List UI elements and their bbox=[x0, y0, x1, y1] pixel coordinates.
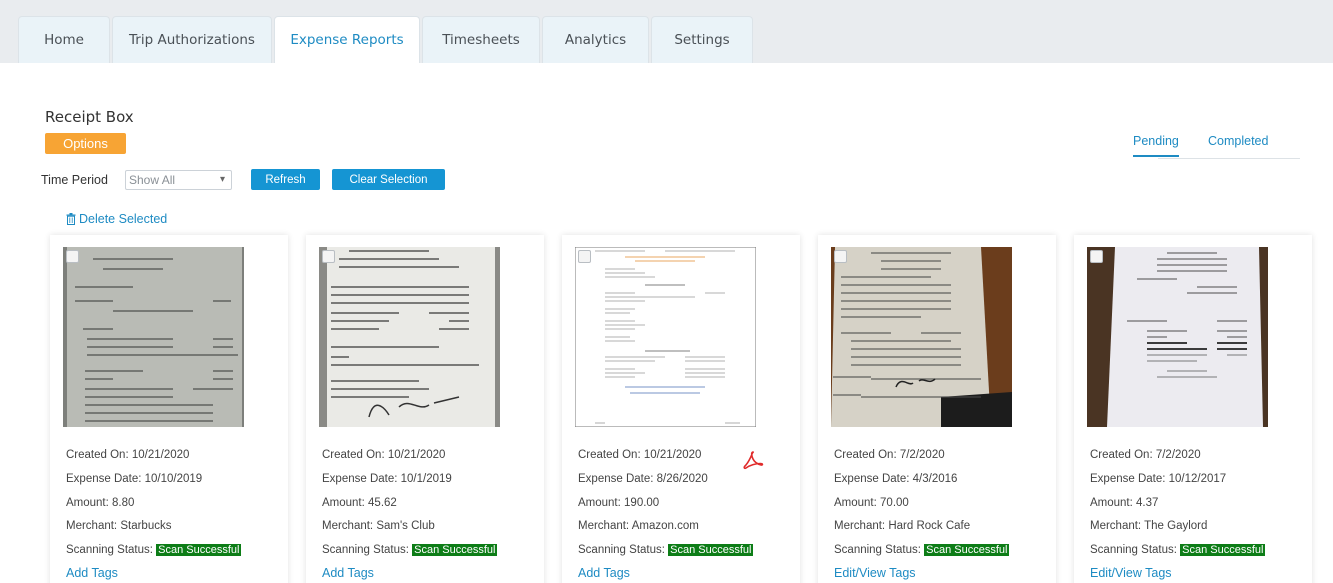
delete-selected-link[interactable]: Delete Selected bbox=[66, 212, 167, 226]
select-checkbox[interactable] bbox=[1090, 250, 1103, 263]
time-period-value: Show All bbox=[129, 173, 176, 187]
receipt-card: Created On: 10/21/2020 Expense Date: 10/… bbox=[50, 235, 288, 583]
amount: Amount: 45.62 bbox=[322, 497, 397, 509]
time-period-label: Time Period bbox=[41, 173, 108, 187]
page-title: Receipt Box bbox=[45, 108, 134, 126]
tab-timesheets[interactable]: Timesheets bbox=[422, 16, 540, 63]
select-checkbox[interactable] bbox=[322, 250, 335, 263]
receipt-thumbnail[interactable] bbox=[63, 247, 244, 427]
created-on: Created On: 10/21/2020 bbox=[322, 449, 446, 461]
select-checkbox[interactable] bbox=[66, 250, 79, 263]
merchant: Merchant: Starbucks bbox=[66, 520, 172, 532]
merchant: Merchant: Sam's Club bbox=[322, 520, 435, 532]
receipt-card: Created On: 10/21/2020 Expense Date: 10/… bbox=[306, 235, 544, 583]
merchant: Merchant: Hard Rock Cafe bbox=[834, 520, 971, 532]
merchant: Merchant: Amazon.com bbox=[578, 520, 699, 532]
top-nav: Home Trip Authorizations Expense Reports… bbox=[0, 0, 1333, 63]
receipt-image bbox=[575, 247, 756, 427]
expense-date: Expense Date: 10/12/2017 bbox=[1090, 473, 1227, 485]
scanning-status: Scanning Status: Scan Successful bbox=[834, 544, 1010, 556]
expense-date: Expense Date: 10/1/2019 bbox=[322, 473, 452, 485]
amount: Amount: 8.80 bbox=[66, 497, 135, 509]
add-tags-link[interactable]: Add Tags bbox=[578, 566, 630, 580]
amount: Amount: 70.00 bbox=[834, 497, 909, 509]
expense-date: Expense Date: 4/3/2016 bbox=[834, 473, 958, 485]
time-period-select[interactable]: Show All ▾ bbox=[125, 170, 232, 190]
options-button[interactable]: Options bbox=[45, 133, 126, 154]
receipt-card: Created On: 7/2/2020 Expense Date: 10/12… bbox=[1074, 235, 1312, 583]
edit-view-tags-link[interactable]: Edit/View Tags bbox=[1090, 566, 1172, 580]
created-on: Created On: 10/21/2020 bbox=[578, 449, 702, 461]
select-checkbox[interactable] bbox=[834, 250, 847, 263]
delete-selected-label: Delete Selected bbox=[79, 212, 168, 226]
scanning-status: Scanning Status: Scan Successful bbox=[322, 544, 498, 556]
receipt-thumbnail[interactable] bbox=[1087, 247, 1268, 427]
tab-completed[interactable]: Completed bbox=[1208, 134, 1268, 148]
refresh-button[interactable]: Refresh bbox=[251, 169, 320, 190]
clear-selection-button[interactable]: Clear Selection bbox=[332, 169, 445, 190]
edit-view-tags-link[interactable]: Edit/View Tags bbox=[834, 566, 916, 580]
expense-date: Expense Date: 8/26/2020 bbox=[578, 473, 708, 485]
tab-trip-authorizations[interactable]: Trip Authorizations bbox=[112, 16, 272, 63]
receipt-image bbox=[831, 247, 1012, 427]
receipt-thumbnail[interactable] bbox=[319, 247, 500, 427]
trash-icon bbox=[66, 213, 76, 225]
add-tags-link[interactable]: Add Tags bbox=[322, 566, 374, 580]
select-checkbox[interactable] bbox=[578, 250, 591, 263]
receipt-thumbnail[interactable] bbox=[831, 247, 1012, 427]
chevron-down-icon: ▾ bbox=[219, 174, 225, 185]
tab-expense-reports[interactable]: Expense Reports bbox=[274, 16, 420, 63]
status-badge: Scan Successful bbox=[412, 544, 498, 556]
status-badge: Scan Successful bbox=[668, 544, 754, 556]
receipt-card: Created On: 10/21/2020 Expense Date: 8/2… bbox=[562, 235, 800, 583]
created-on: Created On: 10/21/2020 bbox=[66, 449, 190, 461]
scanning-status: Scanning Status: Scan Successful bbox=[1090, 544, 1266, 556]
created-on: Created On: 7/2/2020 bbox=[834, 449, 945, 461]
pdf-icon[interactable] bbox=[742, 450, 764, 470]
tab-settings[interactable]: Settings bbox=[651, 16, 753, 63]
amount: Amount: 190.00 bbox=[578, 497, 660, 509]
receipt-image bbox=[319, 247, 500, 427]
tab-home[interactable]: Home bbox=[18, 16, 110, 63]
status-badge: Scan Successful bbox=[156, 544, 242, 556]
add-tags-link[interactable]: Add Tags bbox=[66, 566, 118, 580]
status-tabs: Pending Completed bbox=[1133, 132, 1300, 159]
merchant: Merchant: The Gaylord bbox=[1090, 520, 1208, 532]
amount: Amount: 4.37 bbox=[1090, 497, 1159, 509]
receipt-image bbox=[63, 247, 244, 427]
tab-pending[interactable]: Pending bbox=[1133, 134, 1179, 157]
scanning-status: Scanning Status: Scan Successful bbox=[578, 544, 754, 556]
receipt-card: Created On: 7/2/2020 Expense Date: 4/3/2… bbox=[818, 235, 1056, 583]
receipt-image bbox=[1087, 247, 1268, 427]
status-badge: Scan Successful bbox=[924, 544, 1010, 556]
expense-date: Expense Date: 10/10/2019 bbox=[66, 473, 203, 485]
created-on: Created On: 7/2/2020 bbox=[1090, 449, 1201, 461]
status-badge: Scan Successful bbox=[1180, 544, 1266, 556]
receipt-thumbnail[interactable] bbox=[575, 247, 756, 427]
tab-analytics[interactable]: Analytics bbox=[542, 16, 649, 63]
scanning-status: Scanning Status: Scan Successful bbox=[66, 544, 242, 556]
